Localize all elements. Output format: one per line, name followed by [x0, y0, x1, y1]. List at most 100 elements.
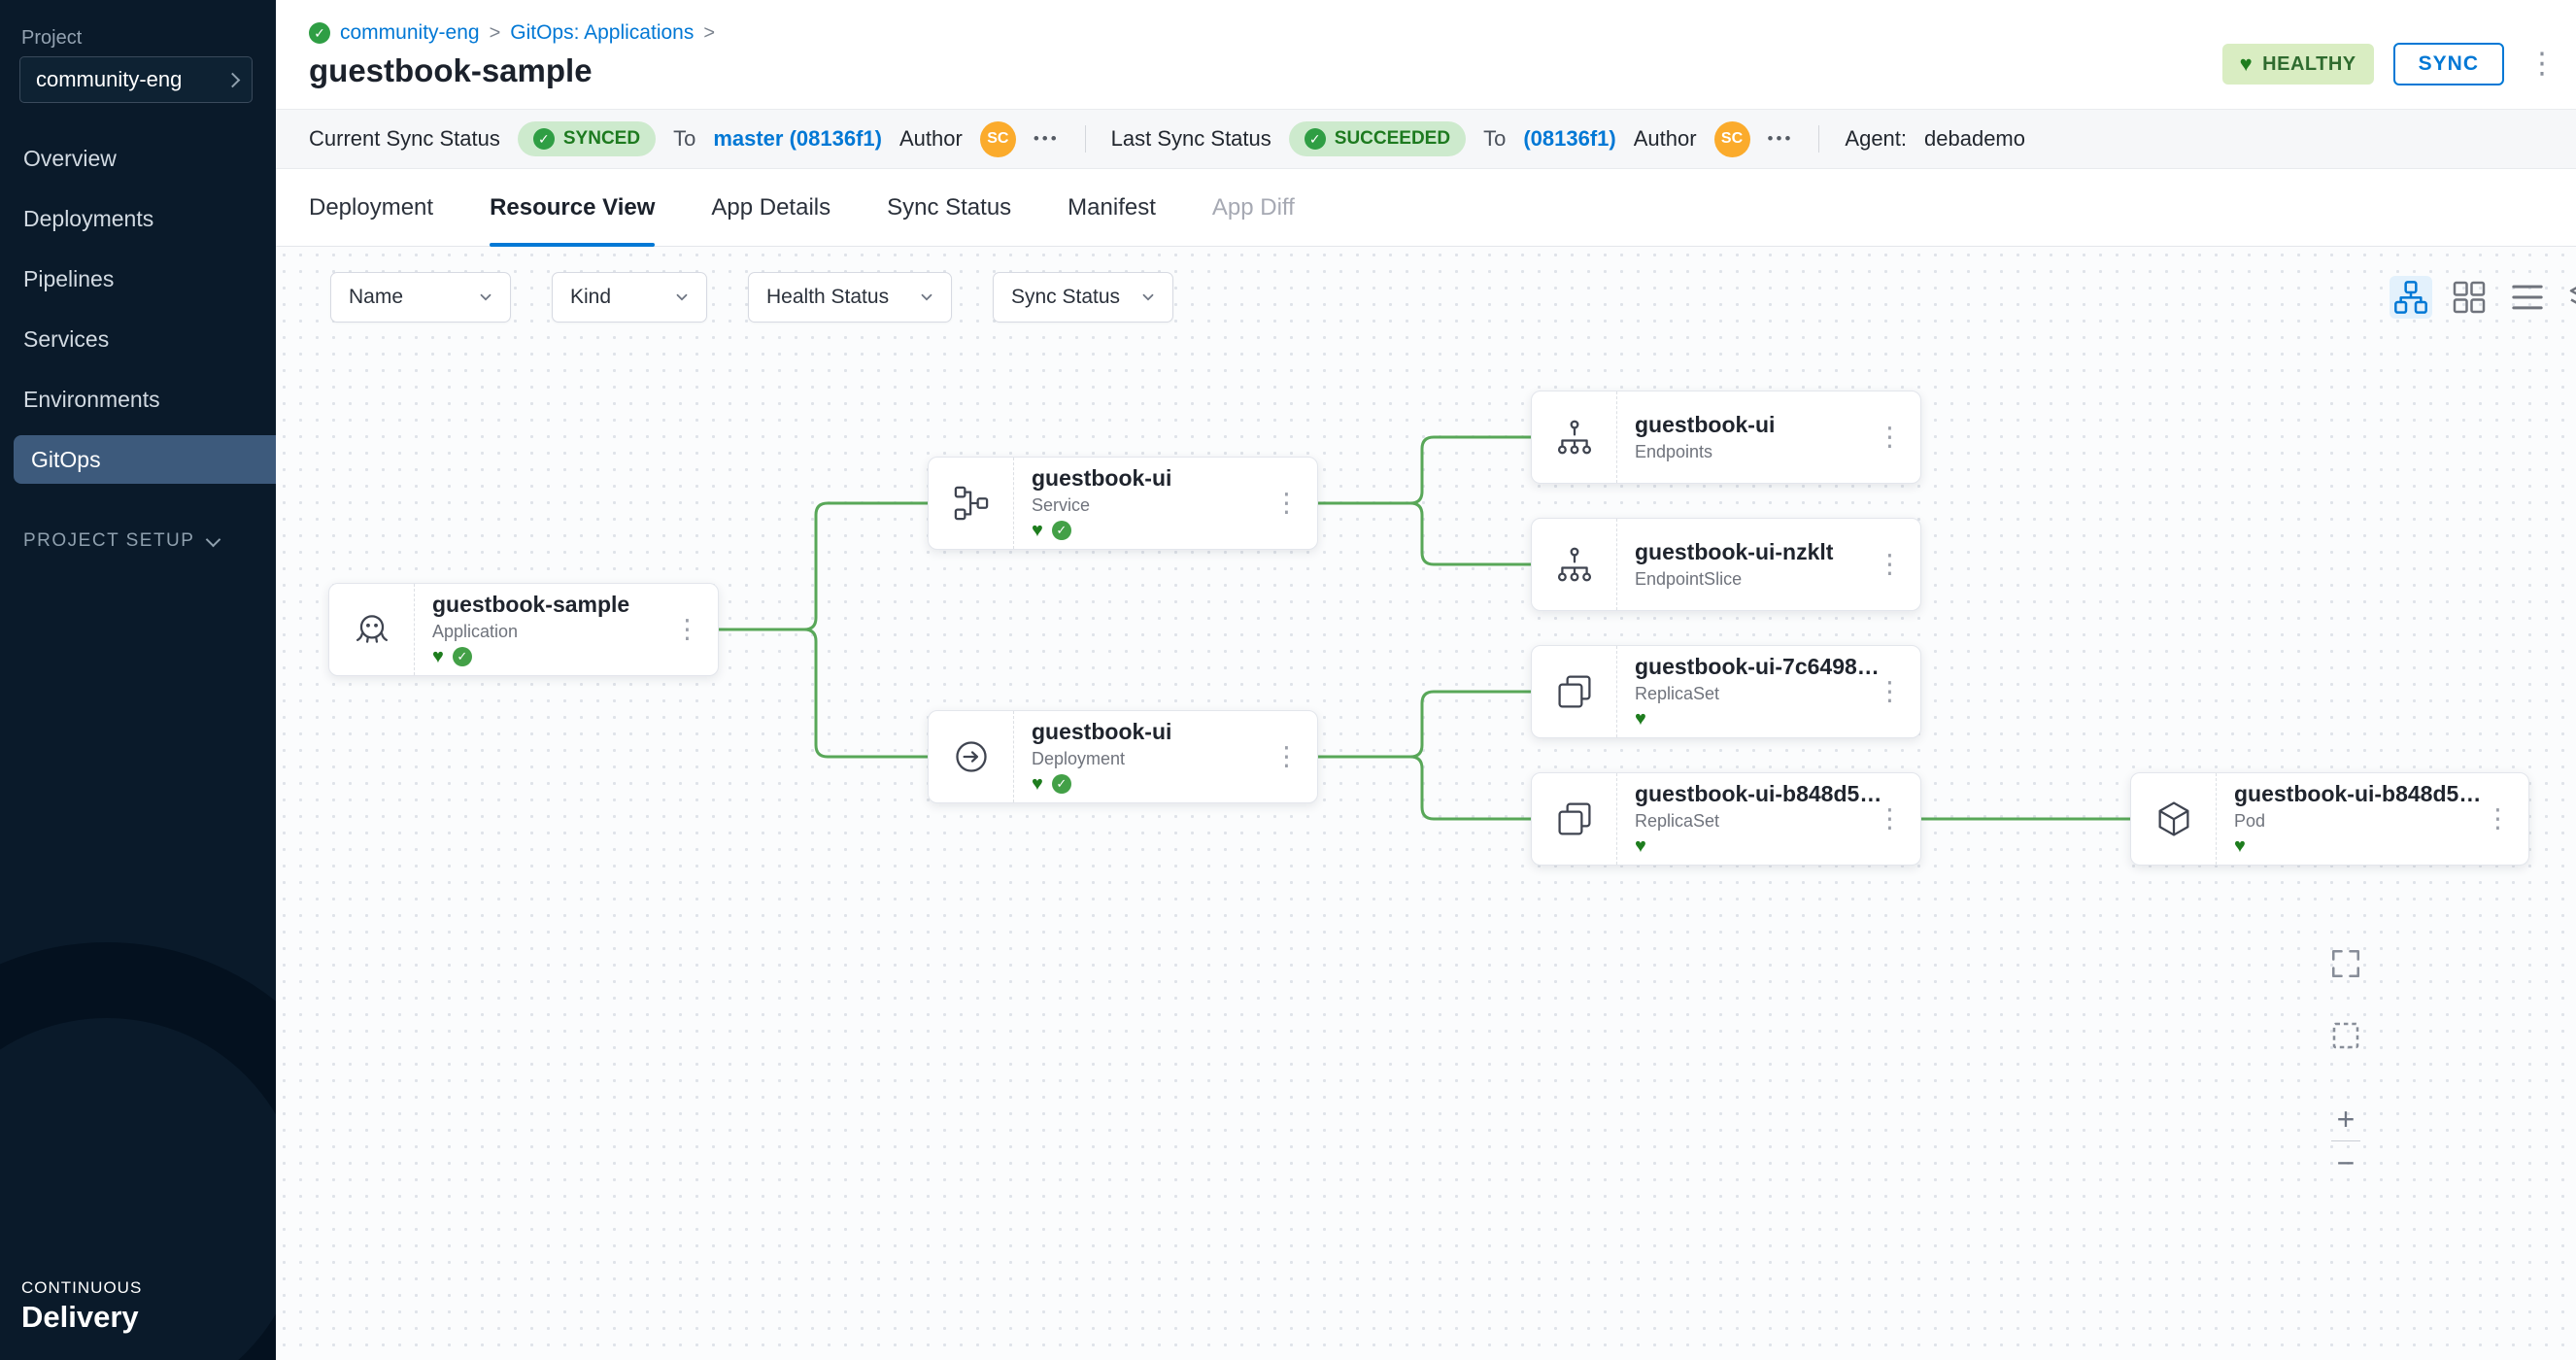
- breadcrumb: ✓ community-eng > GitOps: Applications >: [309, 21, 715, 45]
- node-menu-button[interactable]: ⋮: [666, 609, 708, 651]
- sync-check-icon: ✓: [1052, 774, 1071, 794]
- filter-label: Health Status: [766, 286, 889, 309]
- check-icon: ✓: [1305, 128, 1326, 150]
- divider: [1085, 125, 1086, 153]
- pod-icon: [2131, 773, 2217, 865]
- agent-value: debademo: [1924, 126, 2025, 152]
- application-icon: [329, 584, 415, 675]
- sidebar: Project community-eng Overview Deploymen…: [0, 0, 276, 1360]
- filter-health-status[interactable]: Health Status: [748, 272, 952, 323]
- node-menu-button[interactable]: ⋮: [1869, 799, 1911, 840]
- current-sync-more-menu[interactable]: •••: [1034, 129, 1060, 149]
- deployment-icon: [929, 711, 1014, 802]
- node-menu-button[interactable]: ⋮: [1266, 736, 1307, 778]
- sidebar-item-deployments[interactable]: Deployments: [0, 188, 276, 249]
- node-menu-button[interactable]: ⋮: [1266, 483, 1307, 525]
- tab-sync-status[interactable]: Sync Status: [887, 169, 1011, 246]
- tab-label: App Details: [711, 194, 830, 221]
- node-menu-button[interactable]: ⋮: [2477, 799, 2519, 840]
- breadcrumb-applications-link[interactable]: GitOps: Applications: [510, 21, 694, 45]
- page-header: ✓ community-eng > GitOps: Applications >…: [276, 0, 2576, 109]
- view-mode-switcher: [2390, 276, 2576, 319]
- endpointslice-icon: [1532, 519, 1617, 610]
- project-selector[interactable]: community-eng: [19, 56, 253, 103]
- node-endpointslice-guestbook-ui-nzklt[interactable]: guestbook-ui-nzklt EndpointSlice ⋮: [1531, 518, 1921, 611]
- author-label: Author: [1634, 126, 1697, 152]
- node-menu-button[interactable]: ⋮: [1869, 544, 1911, 586]
- agent-label: Agent:: [1845, 126, 1907, 152]
- node-menu-button[interactable]: ⋮: [1869, 417, 1911, 459]
- node-pod-guestbook-ui-b848d5d9[interactable]: guestbook-ui-b848d5d9... Pod ♥ ⋮: [2130, 772, 2529, 866]
- fullscreen-icon: [2328, 946, 2363, 981]
- resource-tree-canvas[interactable]: Name Kind Health Status Sync Status: [276, 247, 2576, 1360]
- node-service-guestbook-ui[interactable]: guestbook-ui Service ♥ ✓ ⋮: [928, 457, 1318, 550]
- node-menu-button[interactable]: ⋮: [1869, 671, 1911, 713]
- node-replicaset-guestbook-ui-b848d5d9d[interactable]: guestbook-ui-b848d5d9d ReplicaSet ♥ ⋮: [1531, 772, 1921, 866]
- succeeded-badge-label: SUCCEEDED: [1335, 128, 1450, 150]
- app-tabs: Deployment Resource View App Details Syn…: [276, 169, 2576, 247]
- sidebar-item-gitops[interactable]: GitOps: [14, 435, 276, 484]
- fullscreen-button[interactable]: [2324, 942, 2367, 985]
- sidebar-item-label: Deployments: [23, 206, 153, 232]
- sidebar-item-overview[interactable]: Overview: [0, 128, 276, 188]
- fit-selection-button[interactable]: [2324, 1014, 2367, 1057]
- filter-bar: Name Kind Health Status Sync Status: [330, 272, 1173, 323]
- to-label: To: [1483, 126, 1506, 152]
- page-title: guestbook-sample: [309, 52, 593, 89]
- last-sync-more-menu[interactable]: •••: [1768, 129, 1794, 149]
- zoom-out-button[interactable]: −: [2324, 1141, 2367, 1184]
- project-setup-toggle[interactable]: PROJECT SETUP: [23, 530, 219, 552]
- node-application-guestbook-sample[interactable]: guestbook-sample Application ♥ ✓ ⋮: [328, 583, 719, 676]
- sidebar-item-label: Pipelines: [23, 266, 114, 292]
- sync-button[interactable]: SYNC: [2393, 43, 2504, 85]
- health-heart-icon: ♥: [1032, 521, 1043, 540]
- zoom-controls: + −: [2324, 1098, 2367, 1184]
- brand-logo: CONTINUOUS Delivery: [21, 1278, 142, 1335]
- zoom-in-button[interactable]: +: [2324, 1098, 2367, 1140]
- current-revision-link[interactable]: master (08136f1): [713, 126, 882, 152]
- succeeded-badge: ✓ SUCCEEDED: [1289, 121, 1466, 156]
- node-endpoints-guestbook-ui[interactable]: guestbook-ui Endpoints ⋮: [1531, 391, 1921, 484]
- health-status-badge: ♥ HEALTHY: [2222, 44, 2374, 85]
- node-replicaset-guestbook-ui-7c64987dc9[interactable]: guestbook-ui-7c64987dc9 ReplicaSet ♥ ⋮: [1531, 645, 1921, 738]
- tab-label: Resource View: [490, 194, 655, 221]
- sidebar-item-label: Overview: [23, 146, 117, 172]
- sidebar-item-label: Services: [23, 326, 109, 353]
- tab-deployment[interactable]: Deployment: [309, 169, 433, 246]
- list-view-icon: [2508, 278, 2547, 317]
- tab-label: Sync Status: [887, 194, 1011, 221]
- tab-label: Manifest: [1068, 194, 1156, 221]
- breadcrumb-separator: >: [490, 22, 501, 45]
- sidebar-item-environments[interactable]: Environments: [0, 369, 276, 429]
- sidebar-item-pipelines[interactable]: Pipelines: [0, 249, 276, 309]
- chevron-right-icon: [225, 72, 241, 87]
- filter-name[interactable]: Name: [330, 272, 511, 323]
- last-sync-status-label: Last Sync Status: [1111, 126, 1271, 152]
- filter-sync-status[interactable]: Sync Status: [993, 272, 1173, 323]
- tree-view-button[interactable]: [2390, 276, 2432, 319]
- node-deployment-guestbook-ui[interactable]: guestbook-ui Deployment ♥ ✓ ⋮: [928, 710, 1318, 803]
- sidebar-item-label: Environments: [23, 387, 160, 413]
- group-view-button[interactable]: [2564, 276, 2576, 319]
- chevron-down-icon: [477, 289, 494, 306]
- group-view-icon: [2566, 278, 2576, 317]
- grid-view-button[interactable]: [2448, 276, 2491, 319]
- health-heart-icon: ♥: [1635, 836, 1646, 856]
- filter-kind[interactable]: Kind: [552, 272, 707, 323]
- filter-label: Kind: [570, 286, 611, 309]
- tab-app-details[interactable]: App Details: [711, 169, 830, 246]
- tab-manifest[interactable]: Manifest: [1068, 169, 1156, 246]
- author-label: Author: [899, 126, 963, 152]
- main-area: ✓ community-eng > GitOps: Applications >…: [276, 0, 2576, 1360]
- tab-resource-view[interactable]: Resource View: [490, 169, 655, 246]
- header-kebab-menu[interactable]: ⋮: [2524, 46, 2560, 83]
- brand-line1: CONTINUOUS: [21, 1278, 142, 1298]
- last-revision-link[interactable]: (08136f1): [1523, 126, 1615, 152]
- list-view-button[interactable]: [2506, 276, 2549, 319]
- sidebar-item-services[interactable]: Services: [0, 309, 276, 369]
- breadcrumb-project-link[interactable]: community-eng: [340, 21, 480, 45]
- heart-icon: ♥: [2240, 51, 2254, 77]
- synced-badge-label: SYNCED: [563, 128, 640, 150]
- app-status-check-icon: ✓: [309, 22, 330, 44]
- tab-app-diff[interactable]: App Diff: [1212, 169, 1295, 246]
